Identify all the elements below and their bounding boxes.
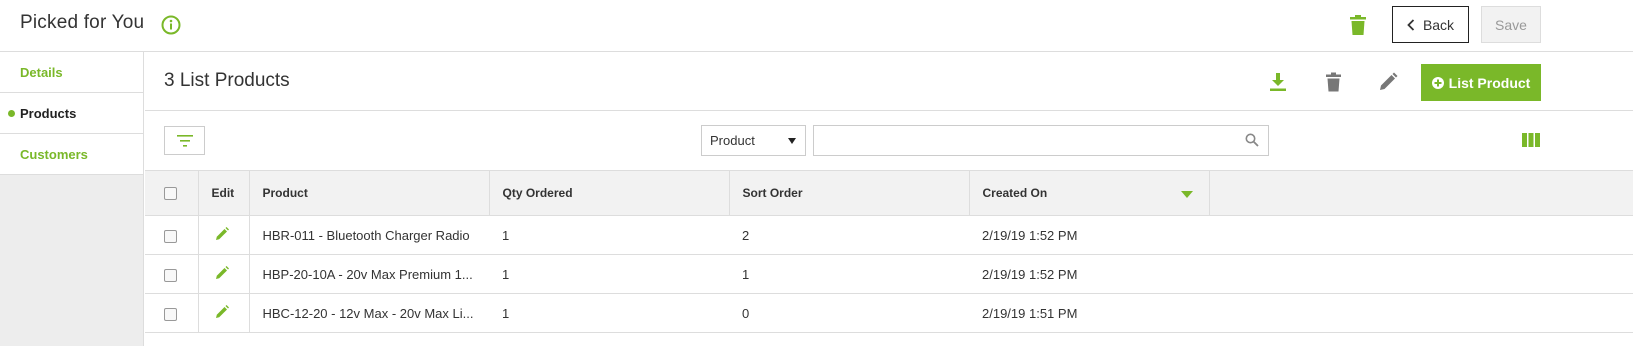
row-select-cell [145, 254, 199, 294]
add-list-product-label: List Product [1448, 74, 1531, 91]
row-checkbox[interactable] [164, 229, 177, 243]
column-header-filler [1209, 170, 1633, 216]
column-header-edit: Edit [198, 170, 250, 216]
edit-pencil-icon[interactable] [215, 265, 229, 280]
filter-button[interactable] [164, 126, 205, 155]
sort-descending-icon[interactable] [1180, 191, 1193, 198]
created-on-cell: 2/19/19 1:51 PM [969, 293, 1209, 333]
column-header-created-on[interactable]: Created On [969, 170, 1210, 216]
column-header-product[interactable]: Product [249, 170, 490, 216]
filter-icon [176, 134, 193, 147]
product-cell: HBC-12-20 - 12v Max - 20v Max Li... [249, 293, 489, 333]
row-edit-cell [198, 293, 250, 333]
row-select-cell [145, 293, 199, 333]
row-edit-cell [198, 215, 250, 255]
sort-order-cell: 1 [729, 254, 969, 294]
back-button[interactable]: Back [1392, 6, 1469, 43]
row-select-cell [145, 215, 199, 255]
columns-icon[interactable] [1522, 133, 1540, 147]
search-field-select[interactable]: Product [701, 125, 806, 156]
save-button[interactable]: Save [1481, 6, 1541, 43]
row-checkbox[interactable] [164, 307, 177, 321]
created-on-cell: 2/19/19 1:52 PM [969, 254, 1209, 294]
page-title: Picked for You [20, 12, 145, 33]
product-cell: HBR-011 - Bluetooth Charger Radio [249, 215, 489, 255]
select-all-cell [145, 170, 199, 216]
row-edit-cell [198, 254, 250, 294]
sidebar-item-label: Details [20, 65, 63, 80]
table-header-row: Edit Product Qty Ordered Sort Order Crea… [145, 170, 1633, 216]
sidebar-item-customers[interactable]: Customers [0, 134, 143, 175]
back-label: Back [1422, 16, 1455, 33]
delete-list-icon[interactable] [1325, 72, 1342, 92]
column-header-qty-ordered[interactable]: Qty Ordered [489, 170, 730, 216]
section-title: 3 List Products [164, 70, 290, 91]
chevron-left-icon [1407, 18, 1415, 31]
active-indicator [8, 110, 15, 117]
column-header-label: Created On [982, 186, 1048, 200]
qty-cell: 1 [489, 293, 729, 333]
caret-down-icon [788, 138, 796, 144]
edit-pencil-icon[interactable] [215, 226, 229, 241]
column-header-sort-order[interactable]: Sort Order [729, 170, 970, 216]
sidebar: Details Products Customers [0, 52, 144, 346]
sort-order-cell: 0 [729, 293, 969, 333]
info-icon[interactable] [161, 15, 181, 35]
filler-cell [1209, 293, 1633, 333]
table-row: HBC-12-20 - 12v Max - 20v Max Li... 1 0 … [145, 293, 1633, 333]
sidebar-item-details[interactable]: Details [0, 52, 143, 93]
row-checkbox[interactable] [164, 268, 177, 282]
product-cell: HBP-20-10A - 20v Max Premium 1... [249, 254, 489, 294]
search-input[interactable] [813, 125, 1269, 156]
search-icon[interactable] [1245, 133, 1259, 147]
sidebar-item-label: Customers [20, 147, 88, 162]
sort-order-cell: 2 [729, 215, 969, 255]
qty-cell: 1 [489, 215, 729, 255]
filler-cell [1209, 254, 1633, 294]
sidebar-item-label: Products [20, 106, 77, 121]
main-panel: 3 List Products List Product Product Edi… [145, 52, 1633, 346]
edit-pencil-icon[interactable] [1378, 72, 1398, 92]
products-table: Edit Product Qty Ordered Sort Order Crea… [145, 170, 1633, 333]
table-row: HBR-011 - Bluetooth Charger Radio 1 2 2/… [145, 215, 1633, 255]
top-bar: Picked for You Back Save [0, 0, 1633, 52]
download-icon[interactable] [1269, 72, 1287, 92]
edit-pencil-icon[interactable] [215, 304, 229, 319]
plus-circle-icon [1431, 76, 1444, 89]
filler-cell [1209, 215, 1633, 255]
add-list-product-button[interactable]: List Product [1421, 64, 1541, 101]
qty-cell: 1 [489, 254, 729, 294]
search-field-value: Product [710, 133, 755, 148]
section-header [145, 52, 1633, 111]
sidebar-item-products[interactable]: Products [0, 93, 143, 134]
created-on-cell: 2/19/19 1:52 PM [969, 215, 1209, 255]
select-all-checkbox[interactable] [164, 187, 177, 201]
delete-icon[interactable] [1348, 14, 1368, 36]
table-row: HBP-20-10A - 20v Max Premium 1... 1 1 2/… [145, 254, 1633, 294]
